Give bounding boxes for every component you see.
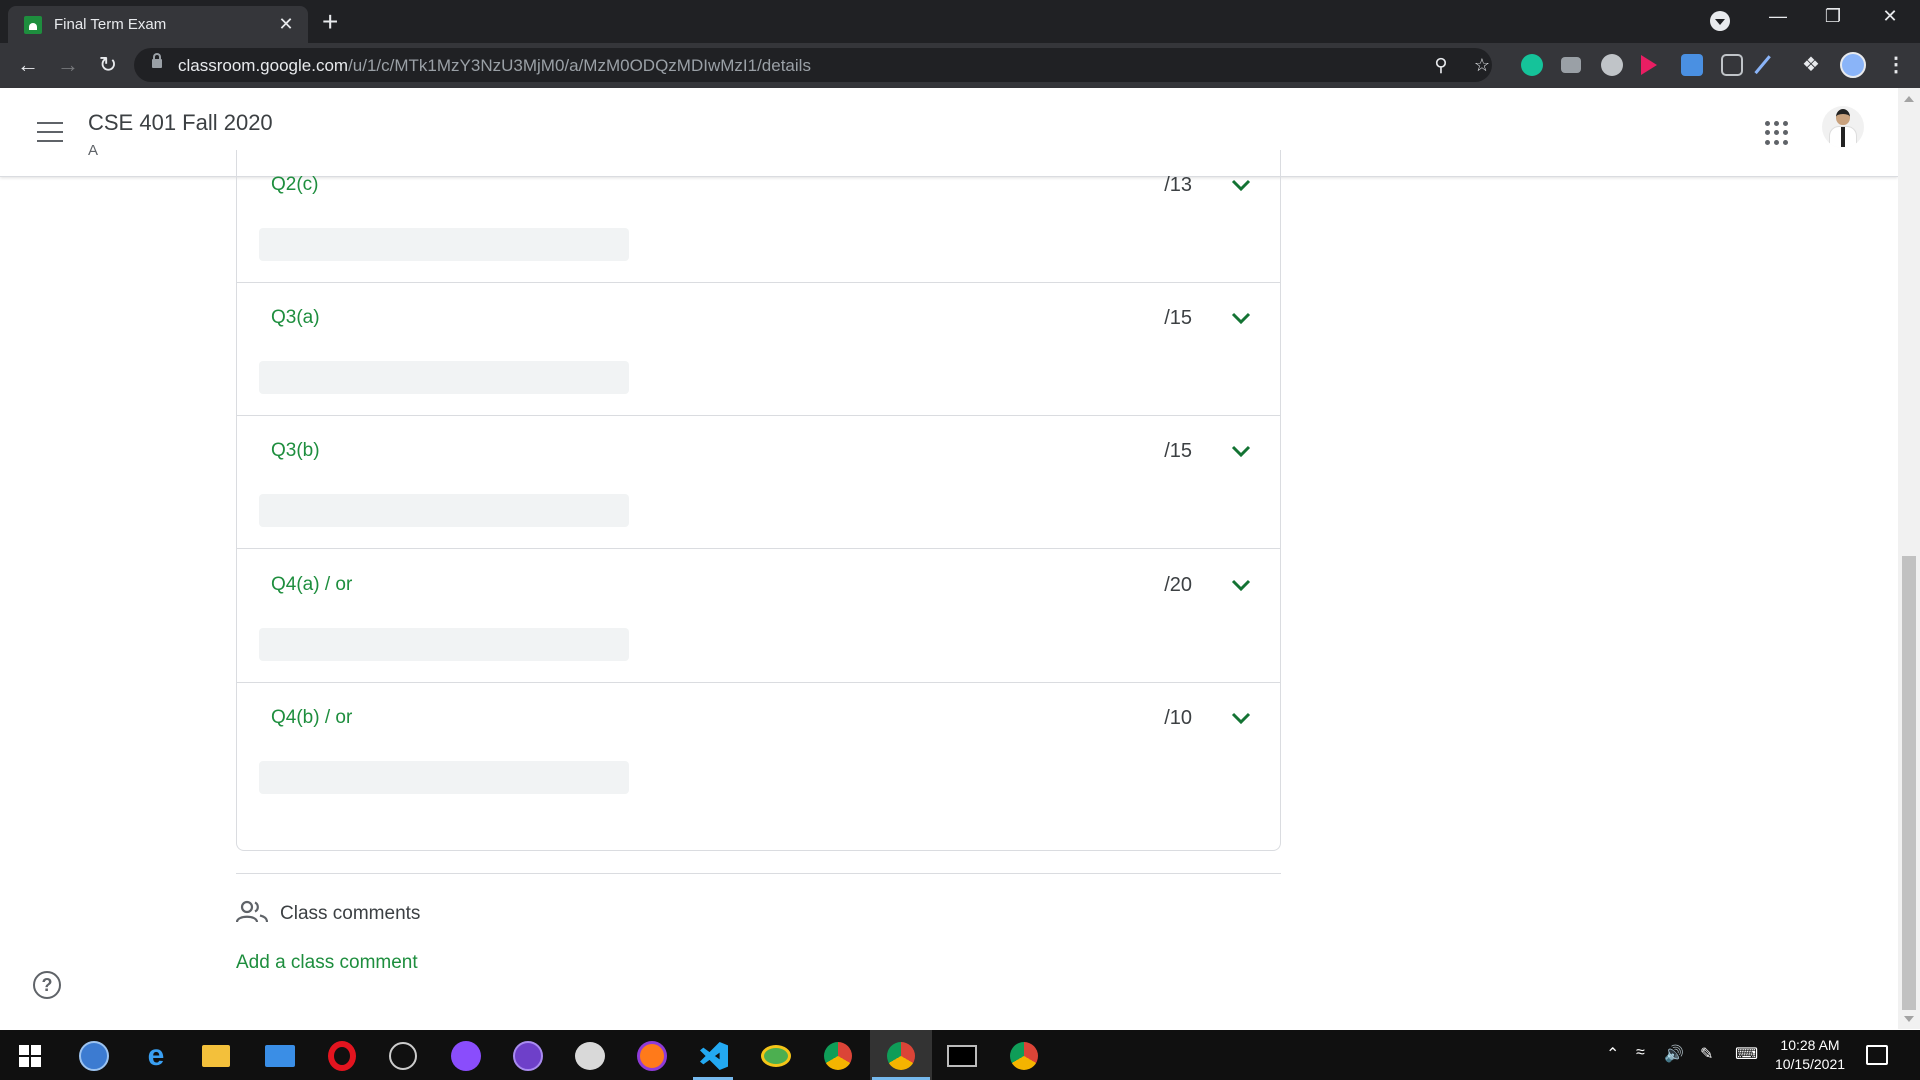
reload-icon[interactable]: ↻ [94,51,122,79]
qbittorrent-icon[interactable] [79,1041,109,1071]
camera-extension-icon[interactable] [1561,57,1581,73]
criterion-title: Q4(b) / or [271,707,353,728]
rubric-criterion: Q4(a) / or /20 [237,550,1280,683]
browser-toolbar: ← → ↻ classroom.google.com/u/1/c/MTk1MzY… [0,43,1920,88]
main-menu-icon[interactable] [37,122,63,142]
paint-icon[interactable] [575,1042,605,1070]
expand-chevron-icon[interactable] [1228,305,1254,331]
rubric-panel: Q2(c) /13 Q3(a) /15 Q3(b) /15 Q4(a) / or… [236,150,1281,851]
extension-icon[interactable] [1721,54,1743,76]
github-desktop-icon[interactable] [513,1041,543,1071]
expand-chevron-icon[interactable] [1228,172,1254,198]
google-apps-icon[interactable] [1765,121,1789,145]
system-clock[interactable]: 10:28 AM 10/15/2021 [1772,1036,1848,1074]
class-section: A [88,142,99,159]
back-icon[interactable]: ← [14,51,42,79]
address-bar[interactable]: classroom.google.com/u/1/c/MTk1MzY3NzU3M… [134,48,1492,82]
criterion-placeholder [259,494,629,527]
criterion-title: Q3(a) [271,307,320,328]
expand-chevron-icon[interactable] [1228,705,1254,731]
lock-icon [152,53,162,68]
minimize-button[interactable]: — [1758,6,1798,27]
criterion-title: Q3(b) [271,440,320,461]
file-explorer-icon[interactable] [202,1045,230,1067]
edge-icon[interactable]: e [142,1041,170,1071]
criterion-placeholder [259,761,629,794]
clock-time: 10:28 AM [1780,1037,1840,1053]
vscode-icon[interactable] [700,1042,728,1070]
messenger-icon[interactable] [451,1041,481,1071]
profile-avatar-icon[interactable] [1840,52,1866,78]
url-text: classroom.google.com/u/1/c/MTk1MzY3NzU3M… [178,56,811,75]
download-extension-icon[interactable] [1681,54,1703,76]
rubric-criterion: Q3(a) /15 [237,283,1280,416]
satellite-icon[interactable] [389,1042,417,1070]
restore-button[interactable]: ❐ [1813,6,1853,27]
class-title[interactable]: CSE 401 Fall 2020 [88,110,273,136]
expand-chevron-icon[interactable] [1228,438,1254,464]
account-avatar[interactable] [1822,106,1864,148]
expand-chevron-icon[interactable] [1228,572,1254,598]
chrome-icon[interactable] [824,1042,852,1070]
scroll-up-icon[interactable] [1904,96,1914,102]
help-icon[interactable]: ? [33,971,61,999]
scroll-down-icon[interactable] [1904,1016,1914,1022]
mail-icon[interactable] [265,1045,295,1067]
tab-title: Final Term Exam [54,16,167,33]
criterion-points: /15 [1164,307,1192,329]
chrome-menu-icon[interactable]: ⋮ [1885,54,1907,76]
rubric-criterion: Q4(b) / or /10 [237,683,1280,816]
criterion-placeholder [259,628,629,661]
bookmark-star-icon[interactable]: ☆ [1471,54,1493,76]
tab-close-button[interactable]: ✕ [276,14,296,35]
add-class-comment-link[interactable]: Add a class comment [236,952,418,974]
zoom-icon[interactable]: ⚲ [1430,54,1452,76]
keyboard-icon[interactable]: ⌨ [1735,1044,1758,1064]
tab-search-icon[interactable] [1710,11,1730,31]
grammarly-extension-icon[interactable] [1521,54,1543,76]
extension-icon[interactable] [1601,54,1623,76]
rubric-criterion: Q3(b) /15 [237,416,1280,549]
chrome-icon[interactable] [1010,1042,1038,1070]
show-hidden-icons[interactable]: ⌃ [1606,1044,1619,1064]
window-close-button[interactable]: ✕ [1870,6,1910,27]
sync-icon[interactable] [761,1045,791,1067]
browser-tab[interactable]: Final Term Exam ✕ [8,6,308,43]
criterion-placeholder [259,228,629,261]
opera-icon[interactable] [328,1041,356,1071]
windows-start-icon[interactable] [19,1045,41,1067]
firefox-icon[interactable] [637,1041,667,1071]
chrome-icon[interactable] [887,1042,915,1070]
class-comments-heading: Class comments [280,903,421,924]
network-icon[interactable]: ≈ [1636,1044,1645,1062]
windows-taskbar: e ⌃ ≈ 🔊 ✎ ⌨ 10:28 AM 10/15/2021 [0,1030,1920,1080]
people-icon [235,900,269,924]
play-extension-icon[interactable] [1641,55,1657,75]
terminal-icon[interactable] [947,1045,977,1067]
comments-divider [236,873,1281,874]
classroom-favicon-icon [24,15,42,34]
forward-icon[interactable]: → [54,51,82,79]
volume-icon[interactable]: 🔊 [1664,1044,1684,1064]
browser-tab-strip: Final Term Exam ✕ + — ❐ ✕ [0,0,1920,43]
criterion-points: /20 [1164,574,1192,596]
criterion-placeholder [259,361,629,394]
notifications-icon[interactable] [1866,1045,1888,1065]
rubric-criterion: Q2(c) /13 [237,150,1280,283]
criterion-title: Q4(a) / or [271,574,353,595]
pen-icon[interactable]: ✎ [1700,1044,1713,1064]
criterion-points: /10 [1164,707,1192,729]
criterion-points: /13 [1164,174,1192,196]
clock-date: 10/15/2021 [1774,1056,1846,1072]
extensions-puzzle-icon[interactable]: ❖ [1800,54,1822,76]
new-tab-button[interactable]: + [322,8,338,36]
criterion-points: /15 [1164,440,1192,462]
criterion-title: Q2(c) [271,174,319,195]
scrollbar-thumb[interactable] [1902,556,1916,1010]
